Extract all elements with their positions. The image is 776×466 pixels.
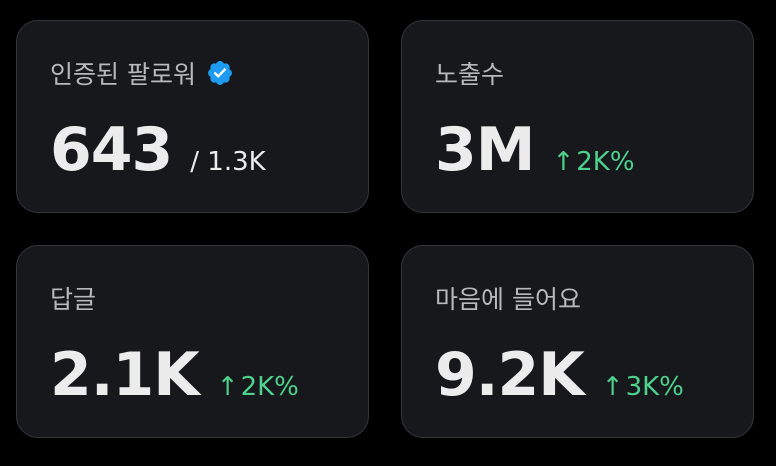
- card-value-row: 9.2K ↑ 3K%: [435, 340, 684, 410]
- impressions-change-value: 2K%: [576, 147, 635, 177]
- verified-badge-icon: [206, 59, 234, 87]
- impressions-label: 노출수: [435, 60, 505, 89]
- arrow-up-icon: ↑: [601, 372, 624, 402]
- likes-card[interactable]: 마음에 들어요 9.2K ↑ 3K%: [401, 245, 754, 438]
- replies-card[interactable]: 답글 2.1K ↑ 2K%: [16, 245, 369, 438]
- total-followers-count: / 1.3K: [190, 147, 266, 177]
- card-value-row: 3M ↑ 2K%: [435, 115, 635, 185]
- replies-change: ↑ 2K%: [217, 372, 299, 402]
- card-label: 답글: [50, 280, 96, 316]
- likes-change: ↑ 3K%: [602, 372, 684, 402]
- arrow-up-icon: ↑: [552, 147, 575, 177]
- card-label: 마음에 들어요: [435, 280, 581, 316]
- impressions-change: ↑ 2K%: [552, 147, 634, 177]
- verified-followers-count: 643: [50, 115, 173, 185]
- card-label: 인증된 팔로워: [50, 55, 234, 91]
- impressions-card[interactable]: 노출수 3M ↑ 2K%: [401, 20, 754, 213]
- verified-followers-card[interactable]: 인증된 팔로워 643 / 1.3K: [16, 20, 369, 213]
- likes-change-value: 3K%: [625, 372, 684, 402]
- impressions-count: 3M: [435, 115, 535, 185]
- likes-label: 마음에 들어요: [435, 285, 581, 314]
- verified-followers-label: 인증된 팔로워: [50, 60, 196, 89]
- replies-change-value: 2K%: [240, 372, 299, 402]
- card-value-row: 643 / 1.3K: [50, 115, 266, 185]
- arrow-up-icon: ↑: [216, 372, 239, 402]
- card-value-row: 2.1K ↑ 2K%: [50, 340, 299, 410]
- card-label: 노출수: [435, 55, 504, 91]
- likes-count: 9.2K: [435, 340, 585, 410]
- replies-count: 2.1K: [50, 340, 200, 410]
- replies-label: 답글: [50, 285, 97, 314]
